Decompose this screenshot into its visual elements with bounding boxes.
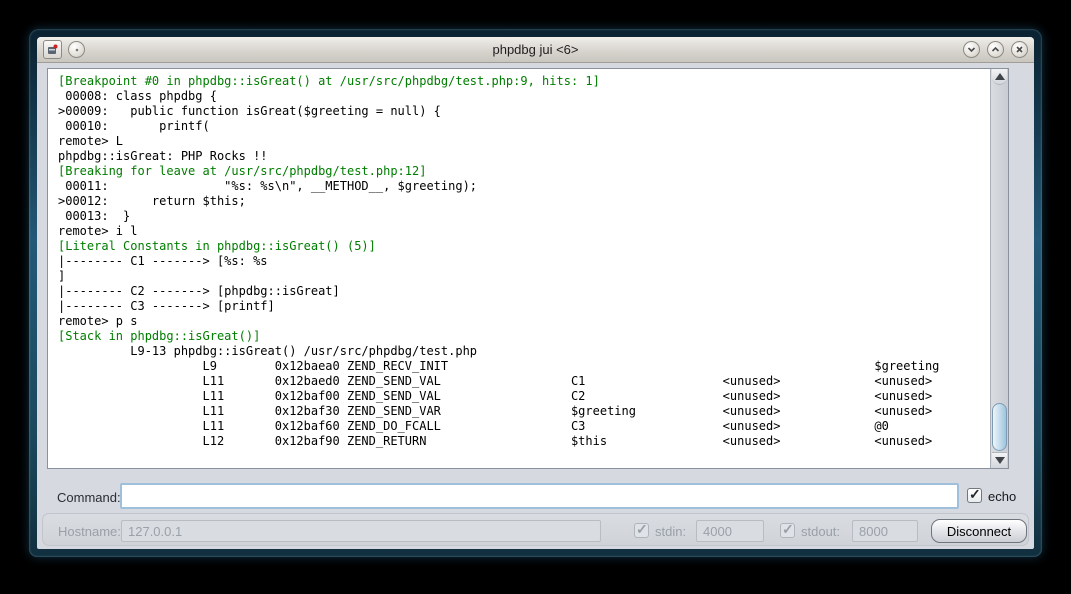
console-text: [Breakpoint #0 in phpdbg::isGreat() at /…: [48, 69, 990, 468]
maximize-button[interactable]: [987, 41, 1004, 58]
console-line: L9 0x12baea0 ZEND_RECV_INIT $greeting: [58, 359, 990, 374]
titlebar[interactable]: phpdbg jui <6>: [37, 37, 1034, 63]
command-input[interactable]: [120, 483, 959, 509]
window-menu-icon: [74, 47, 80, 53]
console-line: [Breakpoint #0 in phpdbg::isGreat() at /…: [58, 74, 990, 89]
arrow-down-icon: [995, 457, 1005, 464]
console-line: >00012: return $this;: [58, 194, 990, 209]
console-line: L11 0x12baf60 ZEND_DO_FCALL C3 <unused> …: [58, 419, 990, 434]
stdin-label: stdin:: [655, 524, 686, 539]
chevron-down-icon: [967, 45, 976, 54]
hostname-label: Hostname:: [58, 524, 121, 539]
console-line: |-------- C2 -------> [phpdbg::isGreat]: [58, 284, 990, 299]
console-line: >00009: public function isGreat($greetin…: [58, 104, 990, 119]
console-line: 00011: "%s: %s\n", __METHOD__, $greeting…: [58, 179, 990, 194]
console-line: L11 0x12baed0 ZEND_SEND_VAL C1 <unused> …: [58, 374, 990, 389]
console-output[interactable]: [Breakpoint #0 in phpdbg::isGreat() at /…: [47, 68, 1009, 469]
console-line: remote> p s: [58, 314, 990, 329]
vertical-scrollbar[interactable]: [990, 69, 1008, 468]
console-line: [Breaking for leave at /usr/src/phpdbg/t…: [58, 164, 990, 179]
console-line: [Literal Constants in phpdbg::isGreat() …: [58, 239, 990, 254]
console-line: |-------- C1 -------> [%s: %s: [58, 254, 990, 269]
stdout-checkbox: [780, 523, 795, 538]
console-line: 00013: }: [58, 209, 990, 224]
connection-panel: Hostname: stdin: stdout: Disconnect: [42, 513, 1029, 546]
console-line: 00010: printf(: [58, 119, 990, 134]
console-line: L12 0x12baf90 ZEND_RETURN $this <unused>…: [58, 434, 990, 449]
window-menu-button[interactable]: [68, 41, 85, 58]
stdout-port-field: [852, 520, 918, 542]
stdin-port-field: [696, 520, 764, 542]
stdout-label: stdout:: [801, 524, 840, 539]
app-icon-button[interactable]: [43, 40, 62, 59]
command-label: Command:: [57, 490, 121, 505]
console-line: remote> L: [58, 134, 990, 149]
stdin-checkbox: [634, 523, 649, 538]
window-title: phpdbg jui <6>: [37, 42, 1034, 57]
console-line: 00008: class phpdbg {: [58, 89, 990, 104]
minimize-button[interactable]: [963, 41, 980, 58]
scrollbar-thumb[interactable]: [992, 403, 1007, 451]
window-frame: phpdbg jui <6>: [29, 29, 1042, 557]
java-app-icon: [46, 43, 59, 56]
console-line: L11 0x12baf00 ZEND_SEND_VAL C2 <unused> …: [58, 389, 990, 404]
echo-checkbox[interactable]: [967, 488, 982, 503]
console-line: ]: [58, 269, 990, 284]
scroll-up-button[interactable]: [992, 69, 1007, 85]
console-line: phpdbg::isGreat: PHP Rocks !!: [58, 149, 990, 164]
chevron-up-icon: [991, 45, 1000, 54]
console-line: L11 0x12baf30 ZEND_SEND_VAR $greeting <u…: [58, 404, 990, 419]
window: phpdbg jui <6>: [37, 37, 1034, 549]
disconnect-button[interactable]: Disconnect: [931, 519, 1027, 543]
hostname-field: [121, 520, 601, 542]
scroll-down-button[interactable]: [992, 452, 1007, 468]
console-line: remote> i l: [58, 224, 990, 239]
console-line: L9-13 phpdbg::isGreat() /usr/src/phpdbg/…: [58, 344, 990, 359]
echo-label: echo: [988, 489, 1016, 504]
console-line: [Stack in phpdbg::isGreat()]: [58, 329, 990, 344]
console-line: |-------- C3 -------> [printf]: [58, 299, 990, 314]
close-button[interactable]: [1011, 41, 1028, 58]
close-icon: [1015, 45, 1024, 54]
arrow-up-icon: [995, 73, 1005, 80]
